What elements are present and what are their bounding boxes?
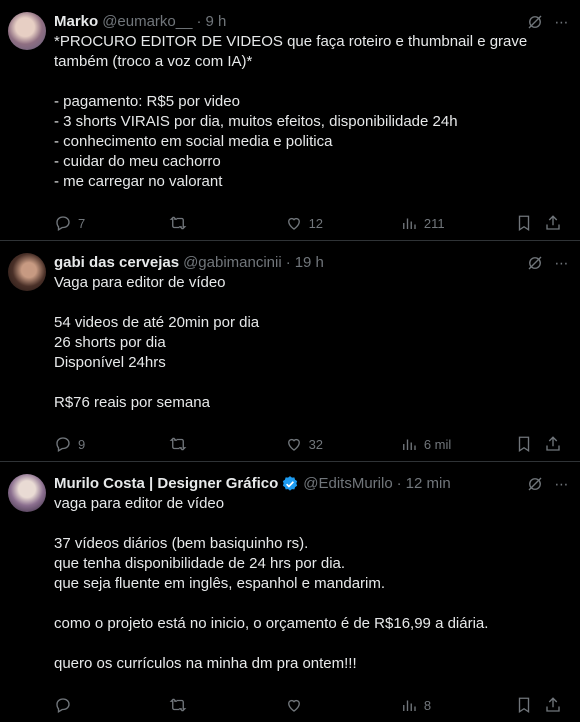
separator-dot: · [196, 13, 202, 30]
view-count: 211 [423, 215, 445, 231]
author-name[interactable]: Murilo Costa | Designer Gráfico [54, 474, 278, 494]
author-handle[interactable]: @eumarko__ [102, 12, 192, 32]
timestamp[interactable]: 19 h [295, 253, 324, 273]
reply-icon [56, 437, 70, 452]
author-handle[interactable]: @EditsMurilo [303, 474, 392, 494]
tweet-actions: 9 32 6 mil [54, 427, 564, 461]
tweet[interactable]: Marko @eumarko__ · 9 h ⋯ *PROCURO EDITOR… [0, 0, 580, 241]
tweet-text: vaga para editor de vídeo 37 vídeos diár… [54, 495, 489, 672]
reply-button[interactable]: 9 [54, 435, 169, 453]
like-count: 32 [308, 436, 324, 452]
separator-dot: · [285, 254, 291, 271]
retweet-icon [169, 216, 187, 230]
bookmark-button[interactable] [515, 214, 544, 232]
reply-button[interactable] [54, 696, 169, 714]
tweet[interactable]: Murilo Costa | Designer Gráfico @EditsMu… [0, 462, 580, 714]
grok-icon[interactable] [526, 254, 544, 272]
author-name[interactable]: Marko [54, 12, 98, 32]
retweet-button[interactable] [169, 696, 284, 714]
timeline-feed: Marko @eumarko__ · 9 h ⋯ *PROCURO EDITOR… [0, 0, 580, 714]
more-icon[interactable]: ⋯ [552, 253, 572, 273]
retweet-button[interactable] [169, 435, 284, 453]
share-icon [546, 215, 561, 230]
share-button[interactable] [544, 696, 564, 714]
like-button[interactable] [285, 696, 400, 714]
views-button[interactable]: 211 [400, 214, 515, 232]
like-icon [287, 699, 300, 712]
tweet-header: Murilo Costa | Designer Gráfico @EditsMu… [54, 474, 564, 494]
author-name[interactable]: gabi das cervejas [54, 253, 179, 273]
bookmark-button[interactable] [515, 696, 544, 714]
timestamp[interactable]: 12 min [406, 474, 451, 494]
more-icon[interactable]: ⋯ [552, 474, 572, 494]
tweet-header: gabi das cervejas @gabimancinii · 19 h [54, 253, 564, 273]
author-handle[interactable]: @gabimancinii [183, 253, 282, 273]
tweet[interactable]: gabi das cervejas @gabimancinii · 19 h ⋯… [0, 241, 580, 462]
tweet-header: Marko @eumarko__ · 9 h [54, 12, 564, 32]
grok-icon[interactable] [526, 13, 544, 31]
retweet-icon [169, 437, 187, 451]
views-button[interactable]: 6 mil [400, 435, 515, 453]
like-button[interactable]: 12 [285, 214, 400, 232]
bookmark-icon [518, 436, 530, 453]
like-icon [287, 438, 300, 451]
more-icon[interactable]: ⋯ [552, 12, 572, 32]
view-count: 6 mil [423, 436, 452, 452]
retweet-button[interactable] [169, 214, 284, 232]
views-icon [402, 439, 416, 450]
like-count: 12 [308, 215, 324, 231]
avatar[interactable] [8, 253, 46, 291]
separator-dot: · [396, 475, 402, 492]
share-button[interactable] [544, 435, 564, 453]
tweet-text: Vaga para editor de vídeo 54 videos de a… [54, 274, 260, 411]
like-icon [287, 217, 300, 230]
verified-badge-icon [281, 475, 299, 493]
share-button[interactable] [544, 214, 564, 232]
like-button[interactable]: 32 [285, 435, 400, 453]
retweet-icon [169, 698, 187, 712]
timestamp[interactable]: 9 h [205, 12, 226, 32]
tweet-text: *PROCURO EDITOR DE VIDEOS que faça rotei… [54, 33, 528, 190]
views-button[interactable]: 8 [400, 696, 515, 714]
share-icon [546, 436, 561, 451]
tweet-actions: 7 12 211 [54, 206, 564, 240]
avatar[interactable] [8, 474, 46, 512]
view-count: 8 [423, 697, 432, 713]
tweet-actions: 8 [54, 688, 564, 722]
bookmark-icon [518, 697, 530, 714]
views-icon [402, 700, 416, 711]
reply-icon [56, 698, 70, 713]
bookmark-icon [518, 215, 530, 232]
reply-icon [56, 216, 70, 231]
bookmark-button[interactable] [515, 435, 544, 453]
views-icon [402, 218, 416, 229]
avatar[interactable] [8, 12, 46, 50]
reply-count: 7 [78, 215, 86, 231]
reply-button[interactable]: 7 [54, 214, 169, 232]
grok-icon[interactable] [526, 475, 544, 493]
reply-count: 9 [78, 436, 86, 452]
share-icon [546, 697, 561, 712]
